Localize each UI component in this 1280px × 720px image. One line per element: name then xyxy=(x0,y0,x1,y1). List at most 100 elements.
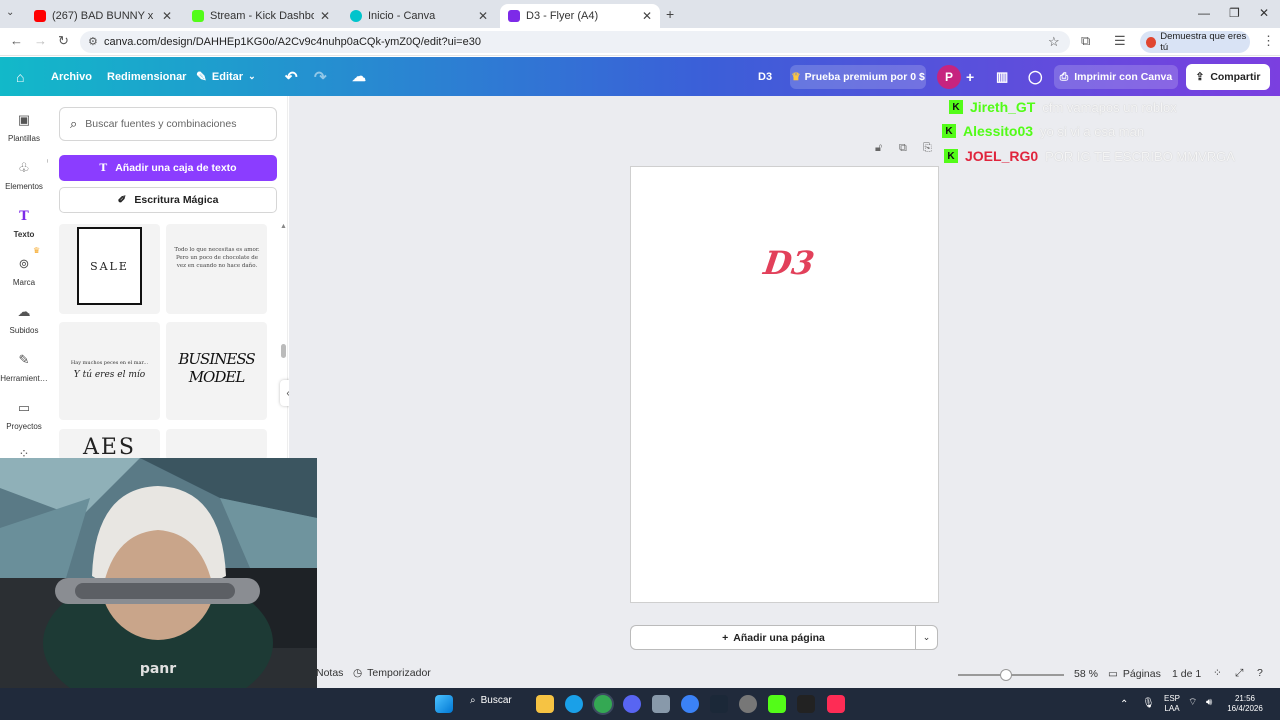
undo-icon[interactable]: ↶ xyxy=(285,57,298,96)
tab-youtube[interactable]: (267) BAD BUNNY x DADDY YA ✕ xyxy=(26,4,180,28)
browser-menu-icon[interactable]: ⋮ xyxy=(1262,33,1275,49)
text-template-sale[interactable]: SALE xyxy=(59,224,160,314)
edit-menu-button[interactable]: ✎ Editar ⌄ xyxy=(196,57,256,96)
kick-app-icon[interactable] xyxy=(768,695,786,713)
text-icon: T xyxy=(99,162,108,174)
magic-write-button[interactable]: ✐ Escritura Mágica xyxy=(59,187,277,213)
help-icon[interactable]: ? xyxy=(1257,667,1263,679)
sidebar-item-uploads[interactable]: ☁ Subidos xyxy=(0,304,48,335)
timer-button[interactable]: ◷ Temporizador xyxy=(353,667,431,679)
home-icon[interactable]: ⌂ xyxy=(16,57,24,96)
edge-icon[interactable] xyxy=(565,695,583,713)
design-page[interactable] xyxy=(630,166,939,603)
steam-icon[interactable] xyxy=(710,695,728,713)
profile-badge[interactable]: Demuestra que eres tú xyxy=(1140,31,1250,53)
app-blue-icon[interactable] xyxy=(681,695,699,713)
lock-icon[interactable]: 🔓︎ xyxy=(875,142,882,155)
avatar[interactable]: P xyxy=(937,65,961,89)
text-template-amor[interactable]: Todo lo que necesitas es amor. Pero un p… xyxy=(166,224,267,314)
close-icon[interactable]: ✕ xyxy=(320,9,330,23)
tab-canva-design[interactable]: D3 - Flyer (A4) ✕ xyxy=(500,4,660,28)
bookmark-star-icon[interactable]: ☆ xyxy=(1048,34,1060,50)
redo-icon[interactable]: ↷ xyxy=(314,57,327,96)
panel-scrollbar[interactable] xyxy=(281,344,286,358)
close-icon[interactable]: ✕ xyxy=(162,9,172,23)
add-page-icon[interactable]: ⎘ xyxy=(923,142,932,155)
network-icon[interactable]: ⌔ xyxy=(1188,698,1197,708)
comments-icon[interactable]: ◯ xyxy=(1028,57,1043,96)
add-page-dropdown[interactable]: ⌄ xyxy=(915,625,938,650)
chrome-icon[interactable] xyxy=(594,695,612,713)
left-rail: ▣ Plantillas ♧ Elementos T Texto ⊚ Marca… xyxy=(0,96,48,461)
page-counter[interactable]: 1 de 1 xyxy=(1172,668,1201,680)
minimize-icon[interactable]: — xyxy=(1198,6,1210,20)
sidebar-item-text[interactable]: T Texto xyxy=(0,208,48,240)
grid-view-icon[interactable]: ⁘ xyxy=(1213,667,1222,679)
share-button[interactable]: ⇪ Compartir xyxy=(1186,64,1270,90)
language-indicator[interactable]: ESP LAA xyxy=(1164,694,1180,714)
taskbar-search[interactable]: ⌕ Buscar xyxy=(470,695,512,706)
zoom-level[interactable]: 58 % xyxy=(1074,668,1098,680)
notes-button[interactable]: Notas xyxy=(316,667,343,679)
new-tab-icon[interactable]: + xyxy=(666,6,674,22)
obs-icon[interactable] xyxy=(739,695,757,713)
fullscreen-icon[interactable]: ⤢ xyxy=(1235,667,1243,680)
sidebar-item-tools[interactable]: ✎ Herramient… xyxy=(0,352,48,383)
scroll-up-icon[interactable]: ▲ xyxy=(280,223,287,230)
file-menu-button[interactable]: Archivo xyxy=(51,57,92,96)
volume-icon[interactable]: 🔊︎ xyxy=(1206,698,1212,708)
tab-canva-home[interactable]: Inicio - Canva ✕ xyxy=(342,4,496,28)
chat-message: K Jireth_GT cfm vamapos un roblox xyxy=(949,98,1177,116)
d3-logo[interactable]: D3 xyxy=(761,244,816,282)
restore-icon[interactable]: ❐ xyxy=(1229,6,1240,20)
window-close-icon[interactable]: ✕ xyxy=(1259,6,1269,20)
windows-start-icon[interactable] xyxy=(435,695,453,713)
text-template-business[interactable]: BUSINESS MODEL xyxy=(166,322,267,420)
premium-trial-button[interactable]: ♛ Prueba premium por 0 $ xyxy=(790,65,926,89)
text-template-aes[interactable]: AES xyxy=(59,429,160,460)
epic-games-icon[interactable] xyxy=(797,695,815,713)
resize-button[interactable]: Redimensionar xyxy=(107,57,186,96)
address-bar[interactable]: ⚙ canva.com/design/DAHHEp1KG0o/A2Cv9c4nu… xyxy=(80,31,1070,53)
text-template-peces[interactable]: Hay muchos peces en el mar... Y tú eres … xyxy=(59,322,160,420)
microphone-icon[interactable]: 🎙︎ xyxy=(1142,699,1155,709)
extensions-icon[interactable]: ⧉ xyxy=(1081,33,1090,49)
forward-icon[interactable]: → xyxy=(34,33,47,48)
add-page-button[interactable]: + Añadir una página xyxy=(630,625,916,650)
tiktok-icon[interactable] xyxy=(827,695,845,713)
file-explorer-icon[interactable] xyxy=(536,695,554,713)
reload-icon[interactable]: ↻ xyxy=(58,33,69,49)
clock[interactable]: 21:56 16/4/2026 xyxy=(1226,694,1264,714)
sidebar-item-elements[interactable]: ♧ Elementos xyxy=(0,160,48,191)
reading-list-icon[interactable]: ☰ xyxy=(1114,33,1126,49)
zoom-slider-handle[interactable] xyxy=(999,669,1012,681)
tray-chevron-icon[interactable]: ⌃ xyxy=(1120,700,1128,710)
insights-icon[interactable]: ▥ xyxy=(996,57,1008,96)
print-with-canva-button[interactable]: ⎙ Imprimir con Canva xyxy=(1054,65,1178,89)
sidebar-item-brand[interactable]: ⊚ Marca xyxy=(0,256,48,287)
sidebar-item-templates[interactable]: ▣ Plantillas xyxy=(0,112,48,143)
templates-icon: ▣ xyxy=(17,112,31,127)
duplicate-page-icon[interactable]: ⧉ xyxy=(899,142,907,155)
cloud-save-icon[interactable]: ☁ xyxy=(352,57,366,96)
text-template-empty[interactable] xyxy=(166,429,267,460)
search-icon: ⌕ xyxy=(470,695,476,706)
sidebar-item-projects[interactable]: ▭ Proyectos xyxy=(0,400,48,431)
site-info-icon[interactable]: ⚙ xyxy=(88,35,98,48)
url-text: canva.com/design/DAHHEp1KG0o/A2Cv9c4nuhp… xyxy=(104,36,481,48)
tab-kick[interactable]: Stream - Kick Dashboard ✕ xyxy=(184,4,338,28)
app-icon[interactable] xyxy=(652,695,670,713)
tab-search-icon[interactable]: ⌄ xyxy=(6,7,14,18)
pages-button[interactable]: ▭ Páginas xyxy=(1108,668,1161,680)
discord-icon[interactable] xyxy=(623,695,641,713)
chevron-down-icon: ⌄ xyxy=(248,71,256,81)
design-name[interactable]: D3 xyxy=(758,57,772,96)
kick-badge-icon: K xyxy=(949,100,963,114)
brand-icon: ⊚ xyxy=(18,256,30,271)
close-icon[interactable]: ✕ xyxy=(478,9,488,23)
font-search-input[interactable]: ⌕ Buscar fuentes y combinaciones xyxy=(59,107,277,141)
add-collaborator-icon[interactable]: + xyxy=(966,57,974,96)
close-icon[interactable]: ✕ xyxy=(642,9,652,23)
add-textbox-button[interactable]: T Añadir una caja de texto xyxy=(59,155,277,181)
back-icon[interactable]: ← xyxy=(10,33,23,48)
